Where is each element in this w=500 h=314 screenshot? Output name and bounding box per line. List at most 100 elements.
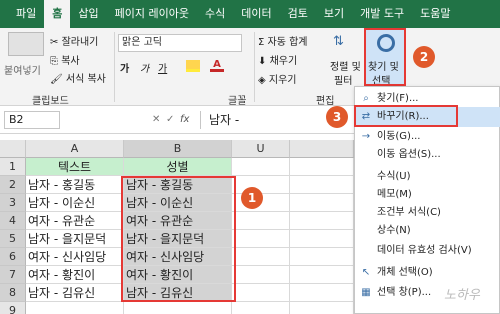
- copy-button[interactable]: ⎘ 복사: [50, 52, 80, 67]
- menu-item-formulas[interactable]: 수식(U): [355, 167, 500, 187]
- cut-button[interactable]: ✂ 잘라내기: [50, 33, 98, 48]
- cell-empty[interactable]: [290, 212, 354, 230]
- cell-a[interactable]: 텍스트: [26, 158, 124, 176]
- cell-a[interactable]: 남자 - 홍길동: [26, 176, 124, 194]
- menu-item-label: 상수(N): [377, 225, 411, 236]
- menu-item-select-objects[interactable]: ↖ 개체 선택(O): [355, 263, 500, 283]
- format-painter-button[interactable]: 🖌 서식 복사: [50, 70, 106, 85]
- cell-empty[interactable]: [290, 266, 354, 284]
- tab-help[interactable]: 도움말: [412, 0, 458, 28]
- fill-button[interactable]: ⬇ 채우기: [258, 52, 297, 67]
- tab-insert[interactable]: 삽입: [70, 0, 106, 28]
- tab-data[interactable]: 데이터: [233, 0, 279, 28]
- cell-u[interactable]: [232, 284, 290, 302]
- copy-icon: ⎘: [50, 56, 58, 67]
- cell-a[interactable]: 여자 - 황진이: [26, 266, 124, 284]
- cell-empty[interactable]: [290, 284, 354, 302]
- cancel-icon[interactable]: ✕: [152, 114, 160, 125]
- underline-button[interactable]: 가: [158, 60, 167, 75]
- fill-label: 채우기: [269, 56, 298, 67]
- select-objects-icon: ↖: [361, 267, 371, 278]
- cell-a[interactable]: [26, 302, 124, 314]
- cell-b[interactable]: 성별: [124, 158, 232, 176]
- cell-empty[interactable]: [290, 158, 354, 176]
- cell-a[interactable]: 남자 - 을지문덕: [26, 230, 124, 248]
- tab-view[interactable]: 보기: [316, 0, 352, 28]
- column-header-empty[interactable]: [290, 140, 354, 158]
- tab-review[interactable]: 검토: [280, 0, 316, 28]
- column-header-b[interactable]: B: [124, 140, 232, 158]
- find-select-dropdown: ⌕ 찾기(F)... ⇄ 바꾸기(R)... → 이동(G)... 이동 옵션(S)... 수…: [354, 86, 500, 314]
- cell-empty[interactable]: [290, 230, 354, 248]
- cell-empty[interactable]: [290, 248, 354, 266]
- bold-button[interactable]: 가: [120, 60, 129, 75]
- row-header[interactable]: 9: [0, 302, 26, 314]
- cell-u[interactable]: [232, 212, 290, 230]
- menu-item-constants[interactable]: 상수(N): [355, 221, 500, 241]
- paste-button[interactable]: 붙여넣기: [4, 62, 41, 77]
- name-box[interactable]: B2: [4, 111, 60, 129]
- autosum-label: 자동 합계: [267, 37, 308, 48]
- step-badge-1: 1: [241, 187, 263, 209]
- column-header-a[interactable]: A: [26, 140, 124, 158]
- sort-filter-button[interactable]: 정렬 및: [330, 58, 361, 73]
- cell-a[interactable]: 남자 - 이순신: [26, 194, 124, 212]
- italic-button[interactable]: 가: [140, 60, 149, 75]
- cell-u[interactable]: [232, 266, 290, 284]
- tab-page-layout[interactable]: 페이지 레이아웃: [107, 0, 197, 28]
- row-header[interactable]: 6: [0, 248, 26, 266]
- cell-u[interactable]: [232, 230, 290, 248]
- select-all-corner[interactable]: [0, 140, 26, 158]
- row-header[interactable]: 4: [0, 212, 26, 230]
- brush-icon: 🖌: [50, 74, 63, 85]
- insert-function-button[interactable]: fx: [180, 114, 189, 125]
- row-header[interactable]: 7: [0, 266, 26, 284]
- watermark: 노하우: [444, 288, 480, 303]
- menu-item-label: 조건부 서식(C): [377, 207, 441, 218]
- ribbon-separator: [114, 32, 115, 102]
- cell-u[interactable]: [232, 158, 290, 176]
- ribbon-separator: [254, 32, 255, 102]
- cell-u[interactable]: [232, 248, 290, 266]
- excel-window: 파일 홈 삽입 페이지 레이아웃 수식 데이터 검토 보기 개발 도구 도움말 …: [0, 0, 500, 314]
- font-name-select[interactable]: 맑은 고딕: [118, 34, 242, 52]
- row-header[interactable]: 5: [0, 230, 26, 248]
- column-header-u[interactable]: U: [232, 140, 290, 158]
- autosum-button[interactable]: Σ 자동 합계: [258, 33, 308, 48]
- menu-item-go-to-special[interactable]: 이동 옵션(S)...: [355, 145, 500, 165]
- tab-developer[interactable]: 개발 도구: [352, 0, 412, 28]
- cell-empty[interactable]: [290, 302, 354, 314]
- menu-item-label: 이동(G)...: [377, 131, 421, 142]
- tab-home[interactable]: 홈: [44, 0, 71, 28]
- selection-highlight: [121, 176, 236, 302]
- cell-a[interactable]: 남자 - 김유신: [26, 284, 124, 302]
- eraser-icon: ◈: [258, 75, 266, 86]
- cell-u[interactable]: [232, 302, 290, 314]
- clear-button[interactable]: ◈ 지우기: [258, 71, 297, 86]
- cell-a[interactable]: 여자 - 신사임당: [26, 248, 124, 266]
- menu-item-go-to[interactable]: → 이동(G)...: [355, 127, 500, 147]
- cell-b[interactable]: [124, 302, 232, 314]
- tab-file[interactable]: 파일: [8, 0, 44, 28]
- menu-item-data-validation[interactable]: 데이터 유효성 검사(V): [355, 241, 500, 261]
- font-color-icon[interactable]: A: [210, 60, 224, 72]
- step-badge-2: 2: [413, 46, 435, 68]
- ribbon-tabs: 파일 홈 삽입 페이지 레이아웃 수식 데이터 검토 보기 개발 도구 도움말: [0, 0, 500, 28]
- enter-icon[interactable]: ✓: [166, 114, 174, 125]
- fill-color-icon[interactable]: [186, 60, 200, 72]
- row-header[interactable]: 1: [0, 158, 26, 176]
- group-editing-label: 편집: [316, 96, 335, 107]
- sort-filter-label: 필터: [334, 76, 353, 87]
- sort-filter-icon: ⇅: [333, 34, 344, 49]
- tab-formulas[interactable]: 수식: [197, 0, 233, 28]
- copy-label: 복사: [61, 56, 80, 67]
- clear-label: 지우기: [268, 75, 297, 86]
- menu-item-comments[interactable]: 메모(M): [355, 185, 500, 205]
- row-header[interactable]: 2: [0, 176, 26, 194]
- cell-a[interactable]: 여자 - 유관순: [26, 212, 124, 230]
- row-header[interactable]: 8: [0, 284, 26, 302]
- cell-empty[interactable]: [290, 176, 354, 194]
- row-header[interactable]: 3: [0, 194, 26, 212]
- menu-item-conditional-formatting[interactable]: 조건부 서식(C): [355, 203, 500, 223]
- cell-empty[interactable]: [290, 194, 354, 212]
